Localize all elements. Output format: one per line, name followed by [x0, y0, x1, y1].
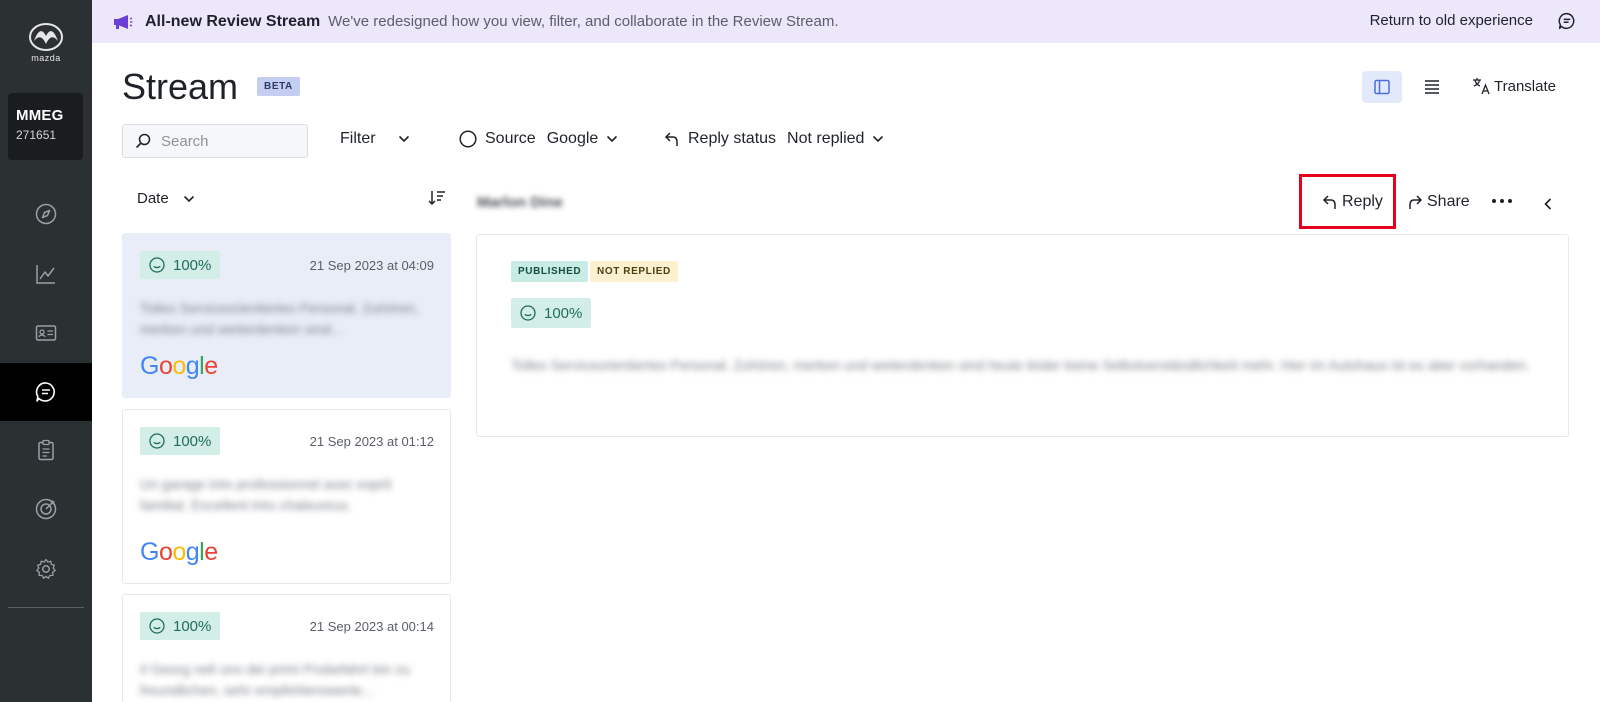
banner-description: We've redesigned how you view, filter, a… — [328, 13, 839, 30]
list-view-toggle[interactable] — [1412, 71, 1452, 103]
score-value: 100% — [173, 256, 212, 274]
mazda-logo[interactable]: mazda — [0, 22, 92, 63]
translate-icon — [1473, 78, 1490, 95]
sentiment-score: 100% — [511, 298, 592, 328]
review-excerpt: Un garage très professionnel avec esprit… — [140, 476, 392, 513]
review-date: 21 Sep 2023 at 01:12 — [309, 434, 434, 449]
sort-descending-icon — [428, 191, 445, 206]
reply-status-label: Reply status — [688, 130, 777, 147]
line-chart-icon — [36, 265, 55, 284]
search-box — [122, 124, 308, 158]
compass-icon — [35, 203, 57, 225]
search-input[interactable] — [161, 132, 291, 150]
review-card[interactable]: 100% 21 Sep 2023 at 04:09 Tolles Service… — [122, 233, 451, 398]
google-logo: Google — [140, 352, 218, 380]
announcement-banner: All-new Review Stream We've redesigned h… — [92, 0, 1600, 43]
score-value: 100% — [173, 432, 212, 450]
share-arrow-icon — [1409, 195, 1423, 209]
smiley-icon — [520, 305, 536, 321]
sort-by-dropdown[interactable]: Date — [137, 190, 195, 207]
beta-badge: BETA — [257, 77, 300, 96]
chevron-down-icon — [183, 195, 194, 202]
review-excerpt: Il Georg nell uno dei primi Probefahrt b… — [140, 661, 411, 698]
translate-button[interactable]: Translate — [1472, 76, 1556, 96]
reply-arrow-icon — [664, 132, 678, 146]
mazda-logo-icon — [29, 23, 63, 51]
filter-dropdown[interactable]: Filter — [340, 130, 410, 148]
megaphone-icon — [113, 14, 133, 30]
sentiment-score: 100% — [140, 612, 221, 640]
review-detail-card: PUBLISHED NOT REPLIED 100% Tolles Servic… — [476, 234, 1569, 437]
nav-explore[interactable] — [0, 185, 92, 243]
target-icon — [35, 498, 57, 520]
nav-analytics[interactable] — [0, 245, 92, 303]
published-badge: PUBLISHED — [511, 261, 589, 282]
review-card[interactable]: 100% 21 Sep 2023 at 01:12 Un garage très… — [122, 409, 451, 584]
banner-title: All-new Review Stream — [145, 12, 321, 30]
reviewer-name: Marlon Dine — [477, 194, 563, 211]
source-label: Source — [485, 130, 536, 147]
split-view-icon — [1374, 79, 1390, 95]
google-logo: Google — [140, 538, 218, 566]
list-view-icon — [1425, 80, 1439, 94]
not-replied-badge: NOT REPLIED — [590, 261, 678, 282]
chat-bubble-icon — [35, 382, 55, 402]
reply-status-value: Not replied — [787, 130, 865, 147]
review-body: Tolles Serviceorientiertes Personal. Zuh… — [511, 357, 1530, 373]
logo-text: mazda — [31, 53, 61, 63]
source-filter[interactable]: Source Google — [459, 130, 618, 148]
more-options-button[interactable] — [1491, 196, 1513, 206]
share-label: Share — [1427, 193, 1470, 210]
score-value: 100% — [544, 304, 583, 322]
sentiment-score: 100% — [140, 427, 221, 455]
return-to-old-experience-link[interactable]: Return to old experience — [1370, 12, 1533, 29]
circle-icon — [459, 130, 477, 148]
gear-icon — [36, 558, 56, 579]
review-date: 21 Sep 2023 at 04:09 — [309, 258, 434, 273]
source-value: Google — [546, 130, 599, 147]
account-id: 271651 — [16, 128, 57, 142]
nav-contacts[interactable] — [0, 304, 92, 362]
score-value: 100% — [173, 617, 212, 635]
account-switcher[interactable]: MMEG 271651 — [8, 93, 83, 160]
filter-label: Filter — [340, 130, 376, 147]
search-icon — [135, 133, 151, 149]
review-excerpt: Tolles Serviceorientiertes Personal. Zuh… — [140, 300, 419, 337]
review-card[interactable]: 100% 21 Sep 2023 at 00:14 Il Georg nell … — [122, 594, 451, 702]
smiley-icon — [149, 618, 165, 634]
page-title: Stream — [122, 66, 239, 107]
chevron-left-icon — [1544, 198, 1552, 210]
reply-highlight-box — [1299, 174, 1396, 229]
smiley-icon — [149, 433, 165, 449]
feedback-icon[interactable] — [1558, 12, 1576, 35]
split-view-toggle[interactable] — [1362, 71, 1402, 103]
chevron-down-icon — [607, 135, 618, 143]
sentiment-score: 100% — [140, 251, 221, 279]
nav-settings[interactable] — [0, 540, 92, 598]
reply-status-filter[interactable]: Reply status Not replied — [664, 130, 884, 148]
translate-label: Translate — [1494, 77, 1556, 95]
collapse-panel-button[interactable] — [1543, 197, 1553, 211]
more-horizontal-icon — [1492, 199, 1512, 203]
sidebar-divider — [8, 607, 84, 608]
app-root: mazda MMEG 271651 All-new Review Stream … — [0, 0, 1600, 702]
nav-goals[interactable] — [0, 480, 92, 538]
account-name: MMEG — [16, 107, 64, 124]
share-button[interactable]: Share — [1407, 193, 1470, 211]
nav-surveys[interactable] — [0, 421, 92, 479]
review-date: 21 Sep 2023 at 00:14 — [309, 619, 434, 634]
nav-reviews[interactable] — [0, 363, 92, 421]
smiley-icon — [149, 257, 165, 273]
clipboard-icon — [38, 439, 54, 461]
sort-order-button[interactable] — [428, 190, 446, 211]
chevron-down-icon — [398, 135, 409, 143]
id-card-icon — [35, 325, 57, 341]
chevron-down-icon — [873, 135, 884, 143]
sort-label: Date — [137, 190, 169, 207]
sidebar: mazda MMEG 271651 — [0, 0, 92, 702]
